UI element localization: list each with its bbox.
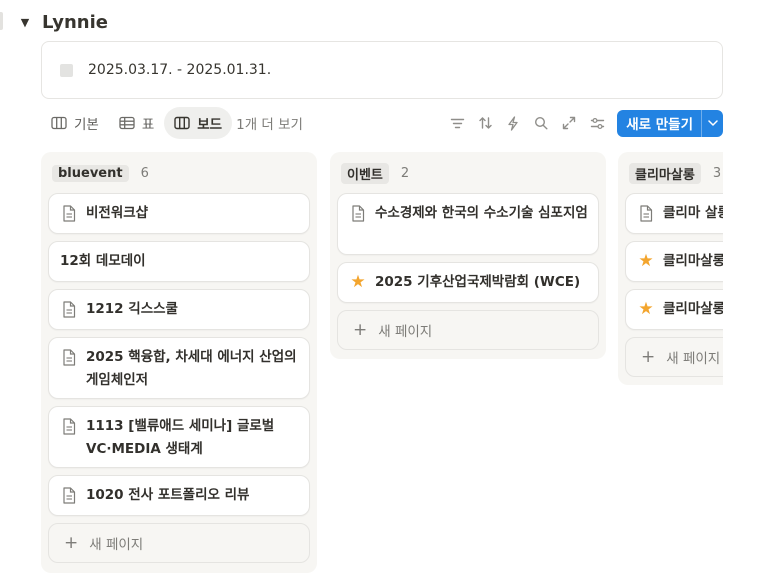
tab-basic[interactable]: 기본 — [41, 107, 109, 139]
chevron-down-icon[interactable] — [702, 120, 723, 126]
group-title: Lynnie — [42, 11, 108, 33]
date-range-field[interactable]: 2025.03.17. - 2025.01.31. — [41, 41, 723, 99]
edge-marker — [0, 12, 3, 30]
star-icon: ★ — [638, 299, 654, 319]
board-column-climasalon: 클리마살롱 3 클리마 살롱 ★ 클리마살롱 ★ 클리마살롱 + 새 페이지 — [618, 152, 723, 385]
column-count: 6 — [140, 165, 149, 181]
board-card[interactable]: ★ 클리마살롱 — [625, 241, 723, 282]
sort-icon[interactable] — [471, 109, 499, 137]
tab-label: 기본 — [74, 117, 99, 133]
add-page-button[interactable]: + 새 페이지 — [337, 310, 599, 350]
add-page-button[interactable]: + 새 페이지 — [625, 337, 723, 377]
property-icon — [60, 63, 73, 77]
page-icon — [61, 347, 77, 367]
columns-icon — [51, 116, 67, 130]
board-view: bluevent 6 비전워크샵 12회 데모데이 1212 긱스스쿨 2025… — [41, 152, 723, 587]
date-range-text: 2025.03.17. - 2025.01.31. — [88, 62, 272, 78]
column-name-badge: 이벤트 — [341, 162, 389, 184]
view-toolbar: 기본 표 보드 1개 더 보기 새로 만들기 — [41, 106, 723, 140]
card-title: 비전워크샵 — [86, 205, 149, 221]
settings-icon[interactable] — [583, 109, 611, 137]
page-icon — [61, 203, 77, 223]
search-icon[interactable] — [527, 109, 555, 137]
toggle-triangle-icon[interactable]: ▼ — [18, 15, 32, 29]
card-title: 2025 핵융합, 차세대 에너지 산업의 게임체인저 — [86, 349, 297, 388]
tab-table[interactable]: 표 — [109, 107, 164, 139]
plus-icon: + — [64, 532, 79, 553]
new-button-label: 새로 만들기 — [626, 117, 693, 133]
tab-label: 표 — [141, 117, 155, 133]
board-card[interactable]: 1212 긱스스쿨 — [48, 289, 310, 330]
column-count: 2 — [400, 165, 410, 181]
filter-icon[interactable] — [443, 109, 471, 137]
board-card[interactable]: ★ 2025 기후산업국제박람회 (WCE) — [337, 262, 599, 303]
card-title: 클리마살롱 — [663, 253, 723, 269]
board-column-bluevent: bluevent 6 비전워크샵 12회 데모데이 1212 긱스스쿨 2025… — [41, 152, 317, 573]
board-column-event: 이벤트 2 수소경제와 한국의 수소기술 심포지엄 ★ 2025 기후산업국제박… — [330, 152, 606, 359]
board-card[interactable]: 1113 [밸류애드 세미나] 글로벌 VC·MEDIA 생태계 — [48, 406, 310, 468]
column-name-badge: 클리마살롱 — [629, 162, 701, 184]
card-title: 클리마살롱 — [663, 301, 723, 317]
tab-label: 보드 — [197, 117, 223, 133]
board-card[interactable]: 수소경제와 한국의 수소기술 심포지엄 — [337, 193, 599, 255]
plus-icon: + — [641, 346, 656, 367]
add-page-label: 새 페이지 — [666, 351, 721, 367]
card-title: 1020 전사 포트폴리오 리뷰 — [86, 487, 250, 503]
plus-icon: + — [353, 319, 368, 340]
page-icon — [61, 416, 77, 436]
card-title: 1113 [밸류애드 세미나] 글로벌 VC·MEDIA 생태계 — [86, 418, 275, 457]
add-page-label: 새 페이지 — [89, 537, 144, 553]
card-title: 수소경제와 한국의 수소기술 심포지엄 — [375, 205, 588, 221]
page-icon — [638, 203, 654, 223]
card-title: 클리마 살롱 — [663, 205, 723, 221]
board-card[interactable]: 클리마 살롱 — [625, 193, 723, 234]
card-title: 1212 긱스스쿨 — [86, 301, 178, 317]
board-card[interactable]: 2025 핵융합, 차세대 에너지 산업의 게임체인저 — [48, 337, 310, 399]
page-icon — [61, 485, 77, 505]
more-views-link[interactable]: 1개 더 보기 — [236, 113, 303, 133]
card-title: 12회 데모데이 — [60, 253, 146, 269]
star-icon: ★ — [350, 272, 366, 292]
column-count: 3 — [712, 165, 722, 181]
star-icon: ★ — [638, 251, 654, 271]
column-name-badge: bluevent — [52, 164, 129, 182]
board-card[interactable]: 1020 전사 포트폴리오 리뷰 — [48, 475, 310, 516]
new-button[interactable]: 새로 만들기 — [617, 109, 723, 137]
add-page-label: 새 페이지 — [378, 324, 433, 340]
board-card[interactable]: ★ 클리마살롱 — [625, 289, 723, 330]
table-icon — [119, 116, 135, 130]
card-title: 2025 기후산업국제박람회 (WCE) — [375, 274, 581, 290]
tab-board[interactable]: 보드 — [164, 107, 233, 139]
board-card[interactable]: 비전워크샵 — [48, 193, 310, 234]
automation-icon[interactable] — [499, 109, 527, 137]
expand-icon[interactable] — [555, 109, 583, 137]
column-header[interactable]: 이벤트 2 — [337, 161, 599, 185]
page-icon — [61, 299, 77, 319]
add-page-button[interactable]: + 새 페이지 — [48, 523, 310, 563]
group-header[interactable]: ▼ Lynnie — [18, 10, 108, 34]
column-header[interactable]: 클리마살롱 3 — [625, 161, 723, 185]
board-icon — [174, 116, 190, 130]
board-card[interactable]: 12회 데모데이 — [48, 241, 310, 282]
page-icon — [350, 203, 366, 223]
toolbar-actions: 새로 만들기 — [443, 109, 723, 137]
column-header[interactable]: bluevent 6 — [48, 161, 310, 185]
